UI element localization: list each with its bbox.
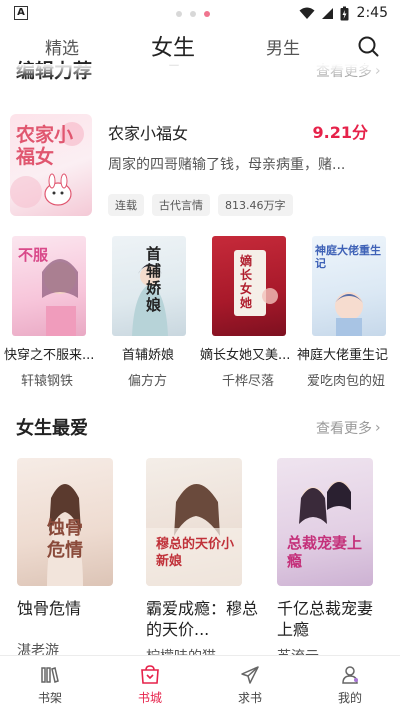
cover-title: 嫡长女她 [240,254,253,310]
bookstore-icon [141,664,159,684]
book-title: 蚀骨危情 [17,599,82,618]
book-cover[interactable]: 不服 [12,236,86,336]
nav-bookshelf[interactable]: 书架 [0,656,100,711]
nav-label: 我的 [337,690,362,705]
bottom-nav: 书架 书城 求书 我的 [0,655,400,711]
paper-plane-icon [241,665,259,684]
signal-icon [321,7,333,19]
cover-title: 不服 [18,246,49,264]
status-time: 2:45 [356,5,388,21]
bookshelf-icon [41,666,59,683]
page-dots [176,11,210,17]
book-row: 不服 快穿之不服来... 轩辕钢铁 首辅娇娘 首辅娇娘 偏方方 嫡长女她 嫡长女… [0,236,400,392]
book-item[interactable]: 穆总的天价小新娘 霸爱成瘾：穆总的天价... 柠檬味的猫 [146,458,266,666]
profile-icon [342,665,358,684]
tag-wordcount: 813.46万字 [218,194,293,216]
search-icon[interactable] [357,35,379,57]
cover-title: 蚀骨危情 [47,518,83,561]
tab-female[interactable]: 女生 [151,30,195,62]
page-dot [190,11,196,17]
fav-more-link[interactable]: 查看更多 › [316,418,381,438]
more-label: 查看更多 [316,421,372,437]
chevron-right-icon: › [375,420,381,436]
book-item[interactable]: 蚀骨危情 蚀骨危情 湛老游 [17,458,137,660]
scroll-fade [0,64,400,78]
top-tabs: 精选 女生 男生 [0,26,400,64]
book-author: 爱吃肉包的妞 [307,374,386,389]
book-item[interactable]: 神庭大佬重生记 神庭大佬重生记 爱吃肉包的妞 [297,236,400,389]
nav-request[interactable]: 求书 [200,656,300,711]
page-dot-active [204,11,210,17]
book-title: 千亿总裁宠妻上瘾 [277,599,374,639]
book-title: 霸爱成瘾：穆总的天价... [146,599,259,639]
tag-status: 连载 [108,194,144,216]
book-author: 偏方方 [128,374,168,389]
book-title: 嫡长女她又美... [200,348,291,363]
cover-title: 总裁宠妻上瘾 [287,534,363,570]
nav-label: 书架 [37,690,62,705]
book-cover[interactable]: 首辅娇娘 [112,236,186,336]
fav-book-row: 蚀骨危情 蚀骨危情 湛老游 穆总的天价小新娘 霸爱成瘾：穆总的天价... 柠檬味… [0,458,400,665]
notification-a-icon: A [14,6,28,20]
tag-genre: 古代言情 [152,194,210,216]
tab-male[interactable]: 男生 [266,34,300,59]
cover-title: 穆总的天价小新娘 [156,537,235,569]
page-dot [176,11,182,17]
nav-profile[interactable]: 我的 [300,656,400,711]
fav-section-title: 女生最爱 [16,418,88,439]
nav-label: 书城 [137,690,162,705]
book-title[interactable]: 农家小福女 [108,120,188,144]
cover-title: 农家小福女 [16,124,74,168]
book-cover[interactable]: 神庭大佬重生记 [312,236,386,336]
book-author: 千桦尽落 [222,374,275,389]
nav-bookstore[interactable]: 书城 [100,656,200,711]
book-item[interactable]: 嫡长女她 嫡长女她又美... 千桦尽落 [200,236,300,389]
book-title: 快穿之不服来... [4,348,95,363]
book-cover[interactable]: 农家小福女 [10,114,92,216]
book-author: 轩辕钢铁 [21,374,74,389]
book-score: 9.21分 [312,123,368,142]
cover-title: 首辅娇娘 [146,245,162,314]
tab-featured[interactable]: 精选 [45,34,79,59]
book-item[interactable]: 总裁宠妻上瘾 千亿总裁宠妻上瘾 苏流云 [277,458,397,666]
book-item[interactable]: 首辅娇娘 首辅娇娘 偏方方 [104,236,200,389]
book-cover[interactable]: 总裁宠妻上瘾 [277,458,373,586]
book-cover[interactable]: 嫡长女她 [212,236,286,336]
book-item[interactable]: 不服 快穿之不服来... 轩辕钢铁 [4,236,100,389]
book-cover[interactable]: 蚀骨危情 [17,458,113,586]
book-tags: 连载 古代言情 813.46万字 [108,194,293,216]
cover-title: 神庭大佬重生记 [315,244,381,270]
wifi-icon [299,7,315,19]
book-title: 首辅娇娘 [122,348,175,363]
featured-book[interactable]: 农家小福女 农家小福女 9.21分 周家的四哥赌输了钱，母亲病重，赌... 连载… [10,114,390,220]
book-cover[interactable]: 穆总的天价小新娘 [146,458,242,586]
book-description: 周家的四哥赌输了钱，母亲病重，赌... [108,157,346,173]
book-title: 神庭大佬重生记 [297,348,389,363]
battery-icon [340,6,349,20]
nav-label: 求书 [237,690,262,705]
